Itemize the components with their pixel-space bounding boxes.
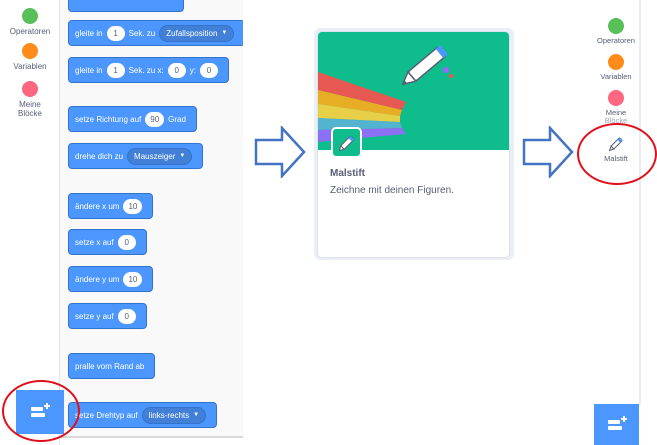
set-x-input[interactable]: 0 <box>117 234 136 250</box>
glide-to-random-block[interactable]: gleite in 1 Sek. zu Zufallsposition ▼ <box>68 20 243 46</box>
seconds-input[interactable]: 1 <box>106 25 125 41</box>
category-my-blocks[interactable]: Meine Blöcke <box>0 81 60 118</box>
bounce-on-edge-block[interactable]: pralle vom Rand ab <box>68 353 156 379</box>
category-operators[interactable]: Operatoren <box>0 8 60 36</box>
block-label: Sek. zu x: <box>128 65 164 75</box>
block-label: setze x auf <box>75 237 114 247</box>
add-extension-icon <box>607 415 627 430</box>
caret-down-icon: ▼ <box>193 412 200 418</box>
set-rotation-style-block[interactable]: setze Drehtyp auf links-rechts ▼ <box>68 402 218 428</box>
block-label: setze y auf <box>75 311 114 321</box>
caret-down-icon: ▼ <box>221 30 228 36</box>
category-menu: Operatoren Variablen Meine Blöcke <box>0 0 60 445</box>
add-extension-button[interactable] <box>594 404 639 445</box>
category-variables[interactable]: Variablen <box>592 54 640 81</box>
category-label: Variablen <box>600 72 632 81</box>
operators-dot-icon <box>608 18 624 34</box>
category-label: Operatoren <box>597 36 635 45</box>
highlight-ring-pen-category <box>577 123 657 185</box>
dropdown-value: Mauszeiger <box>134 151 176 161</box>
category-label-line1: Meine <box>19 100 41 109</box>
category-label-line2: Blöcke <box>17 109 42 118</box>
variables-dot-icon <box>22 43 38 59</box>
extension-title: Malstift <box>330 168 365 179</box>
point-in-direction-block[interactable]: setze Richtung auf 90 Grad <box>68 106 197 132</box>
point-towards-block[interactable]: drehe dich zu Mauszeiger ▼ <box>68 143 204 169</box>
rotation-style-dropdown[interactable]: links-rechts ▼ <box>141 406 207 424</box>
right-arrow-icon <box>522 126 574 178</box>
block-label: Grad <box>168 114 186 124</box>
extension-description: Zeichne mit deinen Figuren. <box>330 185 454 196</box>
point-towards-dropdown[interactable]: Mauszeiger ▼ <box>127 147 193 165</box>
seconds-input[interactable]: 1 <box>106 62 125 78</box>
change-y-input[interactable]: 10 <box>123 271 143 287</box>
my-blocks-dot-icon <box>22 81 38 97</box>
y-input[interactable]: 0 <box>199 62 218 78</box>
block-label: setze Richtung auf <box>75 114 142 124</box>
block-palette: gleite in 1 Sek. zu Zufallsposition ▼ gle… <box>60 0 243 437</box>
pen-icon <box>338 135 354 151</box>
change-x-input[interactable]: 10 <box>123 198 143 214</box>
palette-scroll-edge <box>60 436 243 438</box>
block-label: drehe dich zu <box>75 151 124 161</box>
dropdown-value: Zufallsposition <box>166 28 218 38</box>
category-operators[interactable]: Operatoren <box>592 18 640 45</box>
block-label: gleite in <box>75 28 103 38</box>
block-label: Sek. zu <box>128 28 156 38</box>
pen-extension-card[interactable]: Malstift Zeichne mit deinen Figuren. <box>317 31 510 258</box>
block-label: ändere y um <box>75 274 120 284</box>
highlight-ring-extension-button <box>2 380 80 442</box>
cut-off-block[interactable] <box>68 0 184 12</box>
my-blocks-dot-icon <box>608 90 624 106</box>
block-label: pralle vom Rand ab <box>75 361 145 371</box>
right-arrow-icon <box>254 126 306 178</box>
change-y-block[interactable]: ändere y um 10 <box>68 266 154 292</box>
glide-target-dropdown[interactable]: Zufallsposition ▼ <box>159 24 235 42</box>
x-input[interactable]: 0 <box>167 62 186 78</box>
set-y-input[interactable]: 0 <box>117 308 136 324</box>
block-label: gleite in <box>75 65 103 75</box>
category-variables[interactable]: Variablen <box>0 43 60 71</box>
caret-down-icon: ▼ <box>179 153 186 159</box>
category-label: Operatoren <box>9 27 51 36</box>
change-x-block[interactable]: ändere x um 10 <box>68 193 154 219</box>
pen-extension-icon <box>331 127 362 158</box>
category-my-blocks[interactable]: Meine Blöcke <box>592 90 640 125</box>
left-editor-panel: Operatoren Variablen Meine Blöcke gleite… <box>0 0 243 445</box>
set-y-block[interactable]: setze y auf 0 <box>68 303 147 329</box>
set-x-block[interactable]: setze x auf 0 <box>68 229 147 255</box>
direction-input[interactable]: 90 <box>145 111 165 127</box>
block-label: ändere x um <box>75 201 120 211</box>
operators-dot-icon <box>22 8 38 24</box>
category-label: Variablen <box>13 62 47 71</box>
dropdown-value: links-rechts <box>148 410 190 420</box>
block-label: y: <box>189 65 196 75</box>
glide-to-xy-block[interactable]: gleite in 1 Sek. zu x: 0 y: 0 <box>68 57 229 83</box>
block-label: setze Drehtyp auf <box>75 410 138 420</box>
variables-dot-icon <box>608 54 624 70</box>
